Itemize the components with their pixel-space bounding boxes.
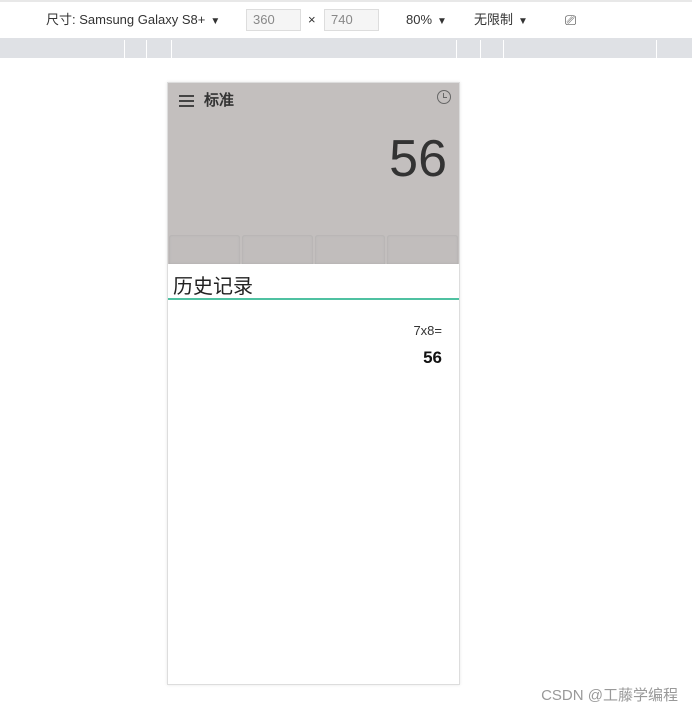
history-result[interactable]: 56 xyxy=(423,348,442,368)
media-query-ruler[interactable] xyxy=(0,38,692,58)
memory-key[interactable] xyxy=(241,235,313,264)
menu-icon[interactable] xyxy=(179,92,194,110)
throttle-select[interactable]: 无限制 ▼ xyxy=(474,10,528,32)
history-underline xyxy=(168,298,459,300)
times-label: × xyxy=(308,12,316,27)
dropdown-icon: ▼ xyxy=(437,16,447,27)
dropdown-icon: ▼ xyxy=(518,16,528,27)
memory-key[interactable] xyxy=(314,235,386,264)
zoom-label: 80% xyxy=(406,12,433,27)
history-icon[interactable] xyxy=(437,90,451,104)
watermark: CSDN @工藤学编程 xyxy=(541,687,678,704)
device-toolbar: 尺寸: Samsung Galaxy S8+ ▼ 360 × 740 80% ▼ 无… xyxy=(0,0,692,38)
history-expression[interactable]: 7x8= xyxy=(413,323,442,338)
history-title: 历史记录 xyxy=(173,276,253,298)
width-input[interactable]: 360 xyxy=(246,9,301,31)
mode-title: 标准 xyxy=(204,92,235,109)
memory-keys xyxy=(168,235,459,264)
memory-key[interactable] xyxy=(387,235,458,264)
rotate-icon[interactable]: ⎚ xyxy=(565,10,576,30)
zoom-select[interactable]: 80% ▼ xyxy=(406,10,447,32)
calculator-header: 标准 56 xyxy=(168,83,459,264)
device-select[interactable]: 尺寸: Samsung Galaxy S8+ ▼ xyxy=(46,10,220,32)
dropdown-icon: ▼ xyxy=(210,16,221,27)
result-display: 56 xyxy=(389,130,447,188)
memory-key[interactable] xyxy=(169,235,240,264)
device-viewport: 标准 56 历史记录 7x8= 56 xyxy=(167,82,460,685)
device-label: 尺寸: Samsung Galaxy S8+ xyxy=(46,12,206,27)
throttle-label: 无限制 xyxy=(474,12,514,27)
height-input[interactable]: 740 xyxy=(324,9,379,31)
